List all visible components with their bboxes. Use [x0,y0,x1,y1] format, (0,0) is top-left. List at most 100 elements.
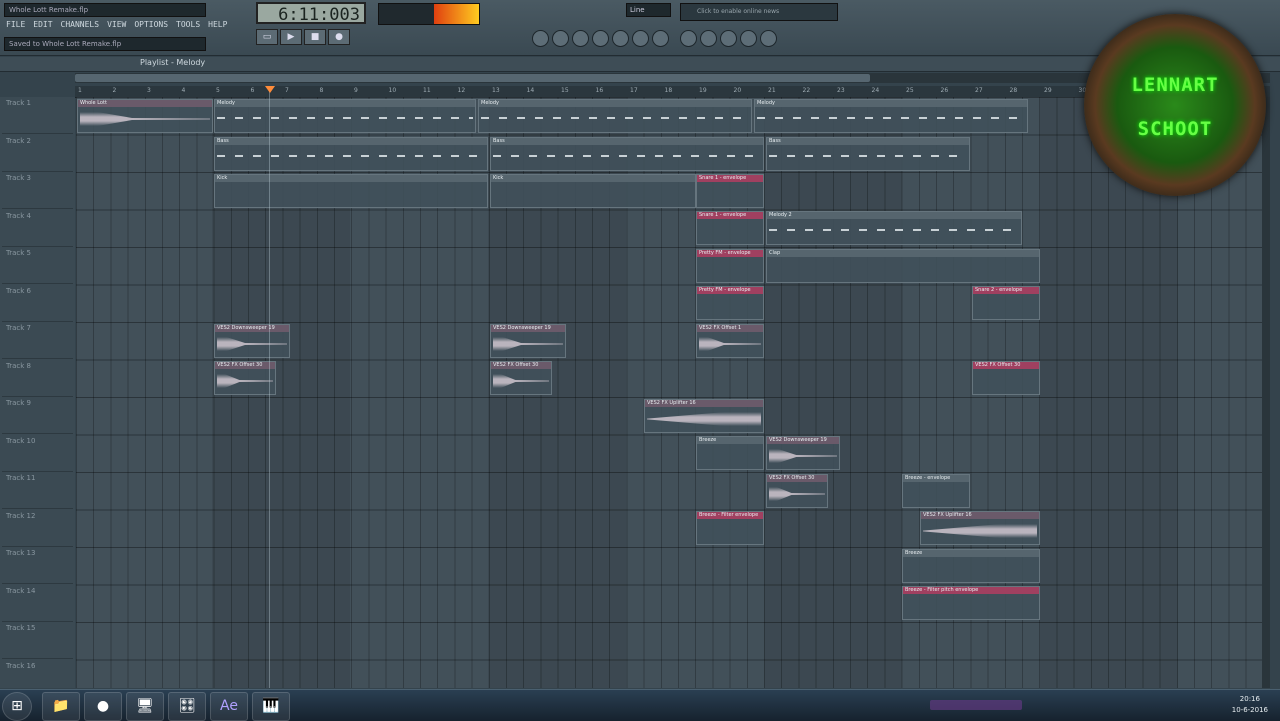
ruler-bar-number: 11 [423,87,431,94]
ruler-bar-number: 2 [112,87,117,94]
clip-bass[interactable]: Bass [490,137,764,171]
clip-uplifter[interactable]: VES2 FX Uplifter 16 [644,399,764,433]
tool-knob-icon[interactable] [552,30,569,47]
clip-breeze[interactable]: Breeze [902,549,1040,583]
clip-bass[interactable]: Bass [214,137,488,171]
taskbar-app-icon[interactable]: 🎛 [168,692,206,721]
song-time-display[interactable]: 6:11:003 [256,2,366,25]
clock-date: 10-6-2016 [1231,706,1268,714]
tool-knob-icon[interactable] [652,30,669,47]
clip-downsweeper[interactable]: VES2 Downsweeper 19 [214,324,290,358]
ruler-bar-number: 12 [457,87,466,94]
ruler-bar-number: 26 [940,87,949,94]
track-label[interactable]: Track 4 [2,210,73,247]
clip-melody-2[interactable]: Melody 2 [766,211,1022,245]
clip-fx-offset[interactable]: VES2 FX Offset 1 [696,324,764,358]
taskbar-chrome-icon[interactable]: ● [84,692,122,721]
stop-button[interactable]: ■ [304,29,326,45]
ruler-bar-number: 7 [285,87,289,94]
menu-channels[interactable]: CHANNELS [59,20,102,32]
taskbar-after-effects-icon[interactable]: Ae [210,692,248,721]
taskbar-explorer-icon[interactable]: 📁 [42,692,80,721]
track-label[interactable]: Track 11 [2,472,73,509]
window-knob-icon[interactable] [760,30,777,47]
track-label[interactable]: Track 12 [2,510,73,547]
scroll-thumb[interactable] [75,74,870,82]
track-label[interactable]: Track 6 [2,285,73,322]
track-label[interactable]: Track 7 [2,322,73,359]
menu-file[interactable]: FILE [4,20,27,32]
playlist-title: Playlist - Melody [140,58,206,67]
menu-tools[interactable]: TOOLS [174,20,202,32]
tool-knob-icon[interactable] [572,30,589,47]
clip-clap[interactable]: Clap [766,249,1040,283]
track-label[interactable]: Track 8 [2,360,73,397]
clip-whole-lott[interactable]: Whole Lott [77,99,213,133]
clip-fx-offset[interactable]: VES2 FX Offset 30 [214,361,276,395]
news-hint-bar[interactable]: Click to enable online news [680,3,838,21]
tool-knob-icon[interactable] [592,30,609,47]
clip-fx-offset[interactable]: VES2 FX Offset 30 [766,474,828,508]
record-button[interactable]: ● [328,29,350,45]
clip-melody[interactable]: Melody [214,99,476,133]
menu-help[interactable]: HELP [206,20,229,32]
clip-breeze[interactable]: Breeze [696,436,764,470]
menu-view[interactable]: VIEW [105,20,128,32]
track-label[interactable]: Track 2 [2,135,73,172]
clock-time: 20:16 [1239,695,1260,703]
track-label[interactable]: Track 9 [2,397,73,434]
clip-pretty-fm-envelope[interactable]: Pretty FM - envelope [696,286,764,320]
track-label[interactable]: Track 5 [2,247,73,284]
clip-breeze-pitch-envelope[interactable]: Breeze - Filter pitch envelope [902,586,1040,620]
playhead-marker-icon[interactable] [265,86,275,93]
track-label[interactable]: Track 3 [2,172,73,209]
clip-kick[interactable]: Kick [490,174,696,208]
ruler-bar-number: 24 [871,87,880,94]
clip-fx-offset[interactable]: VES2 FX Offset 30 [972,361,1040,395]
pattern-mode-button[interactable]: ▭ [256,29,278,45]
menu-options[interactable]: OPTIONS [132,20,170,32]
taskbar-clock[interactable]: 20:16 10-6-2016 [1232,694,1268,716]
clip-fx-offset[interactable]: VES2 FX Offset 30 [490,361,552,395]
track-label[interactable]: Track 15 [2,622,73,659]
ruler-bar-number: 1 [78,87,82,94]
clip-snare-envelope[interactable]: Snare 1 - envelope [696,174,764,208]
clip-breeze-filter-envelope[interactable]: Breeze - Filter envelope [696,511,764,545]
window-knob-icon[interactable] [720,30,737,47]
taskbar-fl-studio-icon[interactable]: 🎹 [252,692,290,721]
playlist-grid[interactable]: Whole Lott Melody Melody Melody Bass Bas… [76,97,1262,688]
play-button[interactable]: ▶ [280,29,302,45]
clip-bass[interactable]: Bass [766,137,970,171]
menu-edit[interactable]: EDIT [31,20,54,32]
start-button[interactable]: ⊞ [2,692,32,721]
window-knob-icon[interactable] [740,30,757,47]
clip-downsweeper[interactable]: VES2 Downsweeper 19 [490,324,566,358]
vertical-scrollbar[interactable] [1262,97,1270,688]
clip-snare-envelope[interactable]: Snare 1 - envelope [696,211,764,245]
window-knob-icon[interactable] [680,30,697,47]
track-label[interactable]: Track 10 [2,435,73,472]
ruler-bar-number: 20 [733,87,742,94]
clip-downsweeper[interactable]: VES2 Downsweeper 19 [766,436,840,470]
taskbar-app-icon[interactable]: 🖥 [126,692,164,721]
clip-uplifter[interactable]: VES2 FX Uplifter 16 [920,511,1040,545]
logo-line-1: LENNART [1131,74,1219,96]
snap-select[interactable]: Line [626,3,671,17]
hint-field: Saved to Whole Lott Remake.flp [4,37,206,51]
track-label[interactable]: Track 14 [2,585,73,622]
tool-knob-icon[interactable] [612,30,629,47]
clip-breeze-envelope[interactable]: Breeze - envelope [902,474,970,508]
track-label[interactable]: Track 13 [2,547,73,584]
track-list: Track 1 Track 2 Track 3 Track 4 Track 5 Track… [0,97,75,697]
track-label[interactable]: Track 1 [2,97,73,134]
clip-melody[interactable]: Melody [478,99,752,133]
clip-pretty-fm-envelope[interactable]: Pretty FM - envelope [696,249,764,283]
tool-knob-icon[interactable] [532,30,549,47]
clip-snare-2-envelope[interactable]: Snare 2 - envelope [972,286,1040,320]
clip-kick[interactable]: Kick [214,174,488,208]
tool-knob-icon[interactable] [632,30,649,47]
window-knob-icon[interactable] [700,30,717,47]
ruler-bar-number: 17 [630,87,638,94]
clip-melody[interactable]: Melody [754,99,1028,133]
playhead [269,86,270,688]
